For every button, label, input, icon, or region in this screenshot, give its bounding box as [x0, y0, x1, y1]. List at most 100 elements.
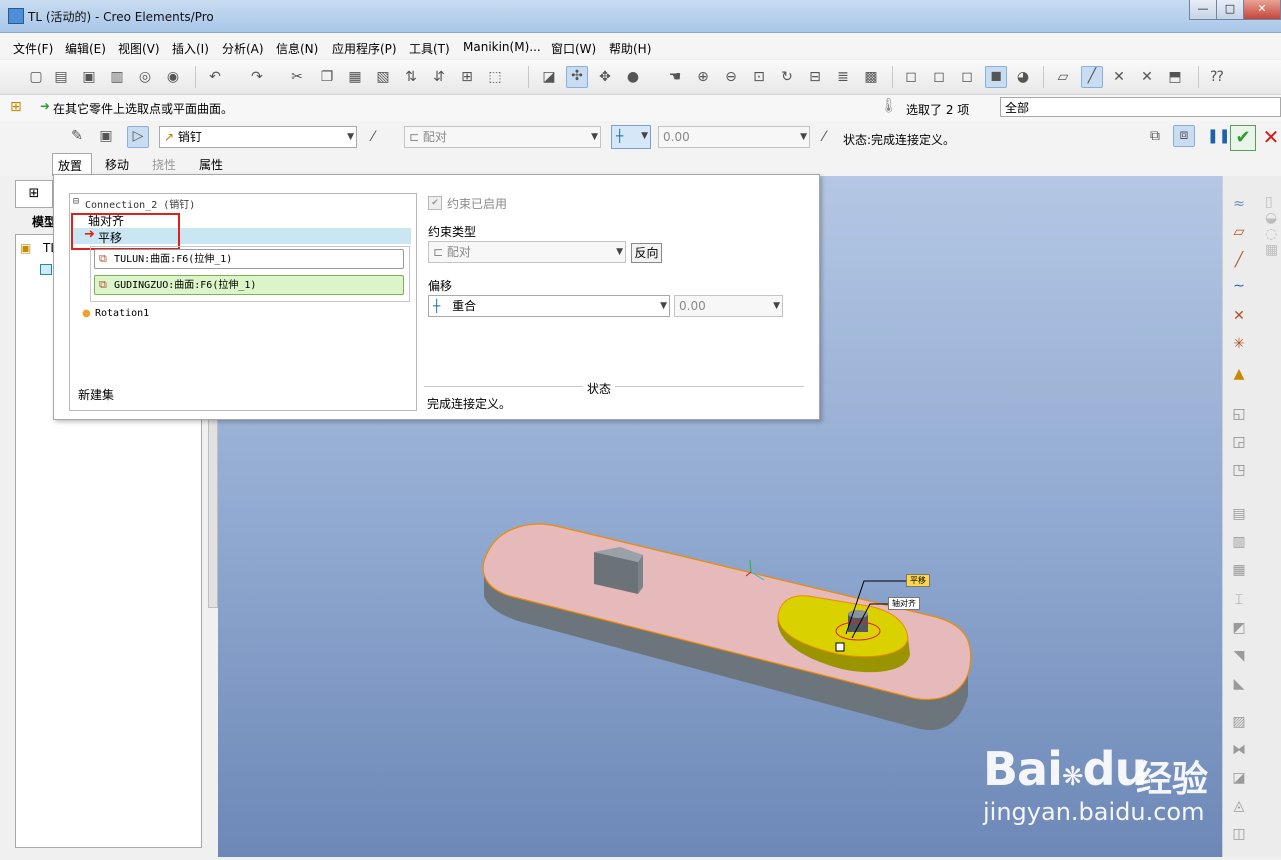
- shading-icon[interactable]: ◼: [985, 66, 1007, 88]
- collapse-icon[interactable]: ⊟: [73, 196, 79, 207]
- offset-type-select[interactable]: ┼ ▼: [611, 125, 651, 149]
- orient-mode-icon[interactable]: ✥: [596, 68, 614, 86]
- datum-plane-display-icon[interactable]: ▱: [1054, 68, 1072, 86]
- reorient-icon[interactable]: ↻: [778, 68, 796, 86]
- open-file-icon[interactable]: ▤: [52, 68, 70, 86]
- annotation-display-icon[interactable]: ⬒: [1166, 68, 1184, 86]
- pause-icon[interactable]: ❚❚: [1207, 127, 1230, 145]
- flip-button[interactable]: 反向: [631, 243, 662, 263]
- saved-views-icon[interactable]: ⊟: [806, 68, 824, 86]
- blend-icon[interactable]: ⌶: [1229, 590, 1249, 610]
- reference-1[interactable]: ⧉ TULUN:曲面:F6(拉伸_1): [94, 249, 404, 269]
- repaint-icon[interactable]: ◪: [540, 68, 558, 86]
- placement-offset-value-input[interactable]: 0.00 ▼: [674, 295, 783, 317]
- csys-icon[interactable]: ✳: [1229, 334, 1249, 354]
- cancel-x-icon[interactable]: ✕: [1261, 125, 1281, 149]
- flip-constraint-icon[interactable]: ⁄: [815, 128, 833, 146]
- model-tree-tab-icon[interactable]: ⊞: [15, 180, 53, 208]
- round-icon[interactable]: ◩: [1229, 618, 1249, 638]
- menu-analysis[interactable]: 分析(A): [222, 40, 264, 57]
- regen-manager-icon[interactable]: ⇵: [430, 68, 448, 86]
- offset-type-dropdown[interactable]: ┼ 重合 ▼: [428, 295, 670, 317]
- menu-tools[interactable]: 工具(T): [409, 40, 450, 57]
- offset-value-input[interactable]: 0.00 ▼: [658, 126, 810, 148]
- undo-icon[interactable]: ↶: [206, 68, 224, 86]
- panel-splitter[interactable]: [208, 406, 218, 608]
- draft-icon[interactable]: ◣: [1229, 674, 1249, 694]
- tab-properties[interactable]: 属性: [199, 156, 223, 173]
- zoom-in-icon[interactable]: ⊕: [694, 68, 712, 86]
- find-icon[interactable]: ⊞: [458, 68, 476, 86]
- hole-icon[interactable]: ◱: [1229, 404, 1249, 424]
- redo-icon[interactable]: ↷: [248, 68, 266, 86]
- new-file-icon[interactable]: ▢: [27, 68, 45, 86]
- maximize-button[interactable]: □: [1216, 0, 1244, 20]
- constraint-type-select[interactable]: ⊏ 配对 ▼: [404, 126, 601, 148]
- hidden-line-icon[interactable]: ◻: [930, 68, 948, 86]
- point-display-icon[interactable]: ✕: [1110, 68, 1128, 86]
- sweep-icon[interactable]: ▦: [1229, 560, 1249, 580]
- datum-plane-icon[interactable]: ▱: [1229, 222, 1249, 242]
- appearance-icon[interactable]: ●: [624, 68, 642, 86]
- extrude-icon[interactable]: ▤: [1229, 504, 1249, 524]
- reference-2[interactable]: ⧉ GUDINGZUO:曲面:F6(拉伸_1): [94, 275, 404, 295]
- refit-icon[interactable]: ⊡: [750, 68, 768, 86]
- zoom-out-icon[interactable]: ⊖: [722, 68, 740, 86]
- user-defined-icon[interactable]: ✎: [68, 127, 86, 145]
- layers-icon[interactable]: ≣: [834, 68, 852, 86]
- pan-icon[interactable]: ☚: [666, 68, 684, 86]
- minimize-button[interactable]: —: [1189, 0, 1217, 20]
- paste-special-icon[interactable]: ▧: [374, 68, 392, 86]
- select-box-icon[interactable]: ⬚: [486, 68, 504, 86]
- selection-filter[interactable]: 全部: [1000, 97, 1281, 117]
- datum-axis-display-icon[interactable]: ╱: [1081, 66, 1103, 88]
- email-icon[interactable]: ◎: [136, 68, 154, 86]
- separate-window-icon[interactable]: ⧉: [1146, 127, 1164, 145]
- connection-type-select[interactable]: ↗ 销钉 ▼: [159, 126, 357, 148]
- new-set-link[interactable]: 新建集: [78, 386, 114, 403]
- copy-icon[interactable]: ❐: [318, 68, 336, 86]
- merge-icon[interactable]: ◪: [1229, 768, 1249, 788]
- datum-point-icon[interactable]: ✕: [1229, 306, 1249, 326]
- spin-center-icon[interactable]: ✣: [566, 66, 588, 88]
- assembly-window-icon[interactable]: ⧈: [1173, 125, 1195, 147]
- print-icon[interactable]: ▥: [108, 68, 126, 86]
- regenerate-icon[interactable]: ⇅: [402, 68, 420, 86]
- enhanced-realism-icon[interactable]: ◕: [1014, 68, 1032, 86]
- rotation-axis-label[interactable]: Rotation1: [95, 308, 149, 319]
- wireframe-icon[interactable]: ◻: [902, 68, 920, 86]
- flip-icon[interactable]: ⁄: [364, 128, 382, 146]
- menu-manikin[interactable]: Manikin(M)...: [463, 40, 541, 54]
- trim-icon[interactable]: ◬: [1229, 796, 1249, 816]
- pattern-icon[interactable]: ▨: [1229, 712, 1249, 732]
- menu-edit[interactable]: 编辑(E): [65, 40, 106, 57]
- connection-mode-icon[interactable]: ▷: [127, 126, 149, 148]
- mirror-icon[interactable]: ⧓: [1229, 740, 1249, 760]
- datum-axis-icon[interactable]: ╱: [1229, 250, 1249, 270]
- close-button[interactable]: ✕: [1243, 0, 1281, 20]
- save-icon[interactable]: ▣: [80, 68, 98, 86]
- email-link-icon[interactable]: ◉: [164, 68, 182, 86]
- menu-file[interactable]: 文件(F): [13, 40, 53, 57]
- tab-flexibility[interactable]: 挠性: [152, 156, 176, 173]
- menu-window[interactable]: 窗口(W): [551, 40, 596, 57]
- analysis-feature-icon[interactable]: ▲: [1229, 364, 1249, 384]
- datum-curve-icon[interactable]: ∼: [1229, 276, 1249, 296]
- menu-view[interactable]: 视图(V): [118, 40, 160, 57]
- tree-child-icon[interactable]: [40, 264, 52, 275]
- revolve-icon[interactable]: ▥: [1229, 532, 1249, 552]
- no-hidden-icon[interactable]: ◻: [958, 68, 976, 86]
- tab-move[interactable]: 移动: [105, 156, 129, 173]
- csys-display-icon[interactable]: ✕: [1138, 68, 1156, 86]
- confirm-check-icon[interactable]: ✔: [1230, 125, 1256, 151]
- connection-header[interactable]: Connection_2 (销钉): [85, 196, 195, 211]
- menu-help[interactable]: 帮助(H): [609, 40, 651, 57]
- constraint-enabled-checkbox[interactable]: ✔: [428, 196, 442, 210]
- menu-info[interactable]: 信息(N): [276, 40, 318, 57]
- view-manager-icon[interactable]: ▩: [862, 68, 880, 86]
- offset-icon[interactable]: ◫: [1229, 824, 1249, 844]
- rib-icon[interactable]: ◳: [1229, 460, 1249, 480]
- chamfer-icon[interactable]: ◥: [1229, 646, 1249, 666]
- context-help-icon[interactable]: ⁇: [1208, 68, 1226, 86]
- paste-icon[interactable]: ▦: [346, 68, 364, 86]
